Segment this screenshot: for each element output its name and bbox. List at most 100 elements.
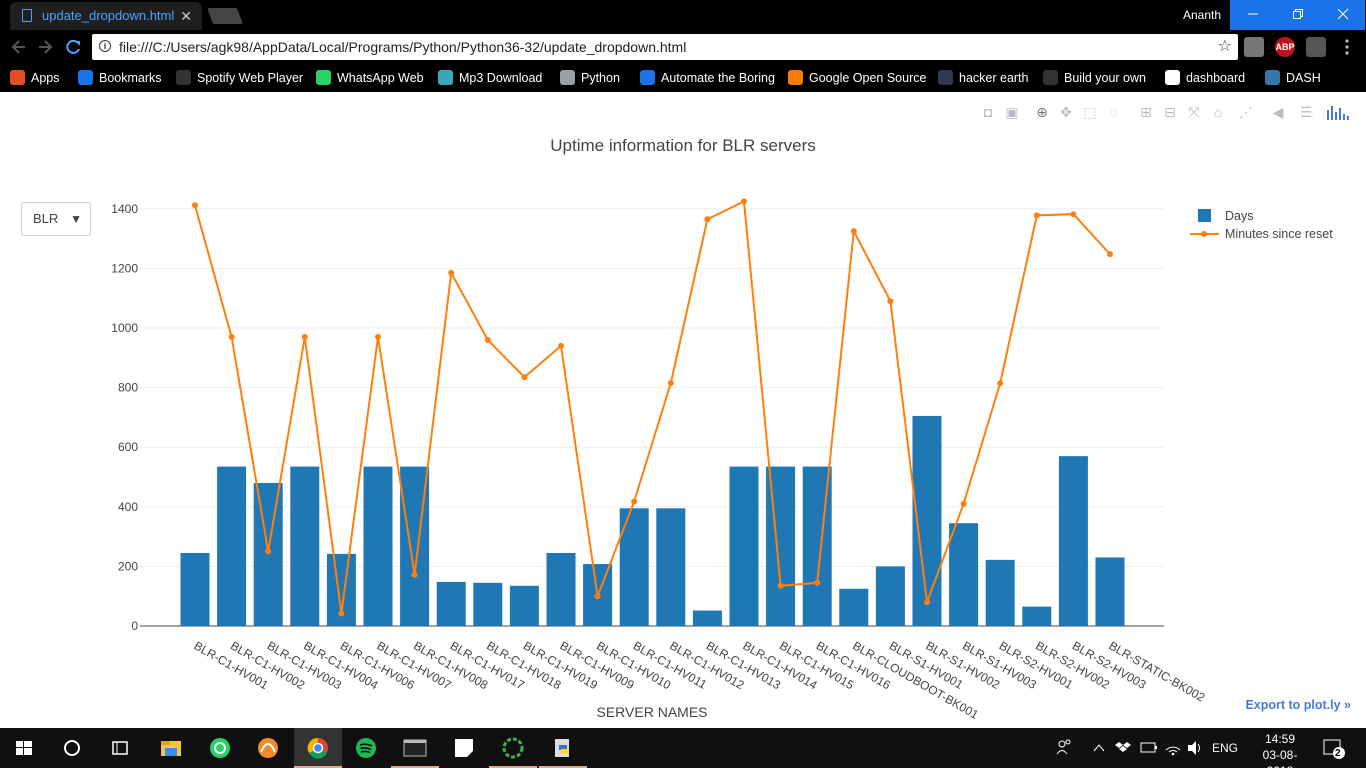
user-name[interactable]: Ananth: [1183, 0, 1221, 30]
bookmark-star-icon[interactable]: ☆: [1218, 34, 1232, 60]
bar-days: [839, 588, 869, 626]
minutes-point: [265, 548, 272, 555]
reload-button[interactable]: [64, 30, 82, 64]
url-text[interactable]: file:///C:/Users/agk98/AppData/Local/Pro…: [119, 34, 686, 60]
clock-time: 14:59: [1264, 732, 1296, 746]
bookmark-apps[interactable]: Apps: [10, 64, 60, 92]
bookmark-label: Spotify Web Player: [197, 71, 304, 85]
vlc-taskbar-button[interactable]: [244, 728, 292, 768]
bookmark-label: Automate the Boring: [661, 71, 775, 85]
info-icon[interactable]: i: [99, 40, 111, 52]
bookmark-automate-the-boring[interactable]: Automate the Boring: [640, 64, 775, 92]
wifi-icon[interactable]: [1164, 728, 1182, 768]
chart-legend: Days Minutes since reset: [1190, 209, 1333, 241]
address-bar[interactable]: i file:///C:/Users/agk98/AppData/Local/P…: [92, 34, 1238, 60]
close-window-button[interactable]: [1320, 0, 1365, 30]
bookmark-label: Apps: [31, 71, 60, 85]
y-tick-label: 1200: [111, 261, 138, 275]
start-button[interactable]: [0, 728, 48, 768]
bar-days: [473, 582, 503, 626]
back-button[interactable]: [10, 30, 28, 64]
bookmark-label: Python: [581, 71, 620, 85]
minutes-point: [997, 380, 1004, 387]
bookmark-label: dashboard: [1186, 71, 1246, 85]
folder-icon: [161, 741, 181, 756]
restore-button[interactable]: [1275, 0, 1320, 30]
sticky-note-icon: [455, 739, 473, 757]
whatsapp-icon: [316, 70, 331, 86]
browser-tab[interactable]: update_dropdown.html ✕: [10, 2, 202, 30]
bookmark-label: hacker earth: [959, 71, 1029, 85]
bar-days: [1058, 456, 1088, 626]
extension-mail-icon[interactable]: [1244, 37, 1264, 57]
clock[interactable]: 14:59 03-08-2018: [1250, 728, 1310, 778]
forward-button[interactable]: [36, 30, 54, 64]
windows-taskbar: ENG 14:59 03-08-2018 2: [0, 728, 1366, 778]
minutes-point: [1033, 212, 1040, 219]
cmd-taskbar-button[interactable]: [391, 728, 439, 768]
chrome-taskbar-button[interactable]: [294, 728, 342, 768]
language-indicator[interactable]: ENG: [1212, 728, 1238, 768]
people-icon[interactable]: [1055, 728, 1073, 768]
y-tick-label: 200: [118, 559, 138, 573]
spotify-taskbar-button[interactable]: [342, 728, 390, 768]
minutes-point: [667, 380, 674, 387]
document-icon: [22, 9, 32, 22]
export-link[interactable]: Export to plot.ly »: [1245, 698, 1351, 712]
bookmark-dashboard[interactable]: dashboard: [1165, 64, 1245, 92]
tab-close-icon[interactable]: ✕: [180, 2, 192, 30]
close-icon: [1337, 8, 1348, 20]
people-glyph-icon: [1056, 739, 1071, 755]
sticky-notes-taskbar-button[interactable]: [440, 728, 488, 768]
search-button[interactable]: [48, 728, 96, 768]
python-icon: [1265, 70, 1280, 86]
adblock-icon[interactable]: ABP: [1275, 37, 1295, 57]
menu-button[interactable]: [1344, 30, 1350, 64]
notification-center[interactable]: 2: [1322, 728, 1346, 768]
minutes-point: [484, 336, 491, 343]
bookmark-label: Mp3 Download: [459, 71, 543, 85]
bookmark-whatsapp-web[interactable]: WhatsApp Web: [316, 64, 424, 92]
wifi-glyph-icon: [1165, 746, 1181, 756]
volume-icon[interactable]: [1186, 728, 1204, 768]
whatsapp-taskbar-button[interactable]: [196, 728, 244, 768]
bar-days: [766, 466, 796, 626]
bookmark-google-open-source[interactable]: Google Open Source: [788, 64, 926, 92]
bookmark-mp3-download[interactable]: Mp3 Download: [438, 64, 542, 92]
orange-app-icon: [258, 738, 278, 758]
loader-taskbar-button[interactable]: [489, 728, 537, 768]
bookmark-dash[interactable]: DASH: [1265, 64, 1321, 92]
bookmark-build-your-own[interactable]: Build your own: [1043, 64, 1146, 92]
bookmark-label: Bookmarks: [99, 71, 162, 85]
file-explorer-button[interactable]: [148, 728, 196, 768]
search-circle-icon: [64, 740, 80, 756]
chart-title: Uptime information for BLR servers: [550, 136, 815, 155]
evernote-icon[interactable]: [1306, 37, 1326, 57]
y-tick-label: 1400: [111, 202, 138, 216]
plot-container: ◘ ▣ ⊕ ✥ ⬚ ◌ ⊞ ⊟ ⤧ ⌂ ⋰ ◀ ☰ BLR ▼ 0 200 400 6…: [0, 92, 1366, 728]
bookmark-spotify-web-player[interactable]: Spotify Web Player: [176, 64, 303, 92]
bar-days: [217, 466, 247, 626]
minutes-point: [960, 500, 967, 507]
bookmark-label: Build your own: [1064, 71, 1146, 85]
bookmark-bookmarks[interactable]: Bookmarks: [78, 64, 162, 92]
github-icon: [1043, 70, 1058, 86]
task-view-button[interactable]: [96, 728, 144, 768]
bookmark-label: DASH: [1286, 71, 1321, 85]
bookmarks-bar: Apps Bookmarks Spotify Web Player WhatsApp …: [0, 64, 1366, 92]
bar-days: [985, 559, 1015, 626]
minimize-button[interactable]: [1230, 0, 1275, 30]
tray-chevron-up-icon[interactable]: [1092, 728, 1106, 768]
new-tab-button[interactable]: [207, 8, 243, 24]
x-axis-label: SERVER NAMES: [597, 704, 708, 720]
battery-icon[interactable]: [1140, 728, 1158, 768]
whatsapp-icon: [210, 738, 230, 758]
legend-swatch-days: [1198, 209, 1211, 222]
python-taskbar-button[interactable]: [539, 728, 587, 768]
notification-count: 2: [1335, 748, 1341, 759]
bookmark-python[interactable]: Python: [560, 64, 620, 92]
task-view-icon: [112, 741, 128, 755]
dropbox-icon[interactable]: [1115, 728, 1131, 768]
bookmark-hacker-earth[interactable]: hacker earth: [938, 64, 1028, 92]
bar-days: [729, 466, 759, 626]
